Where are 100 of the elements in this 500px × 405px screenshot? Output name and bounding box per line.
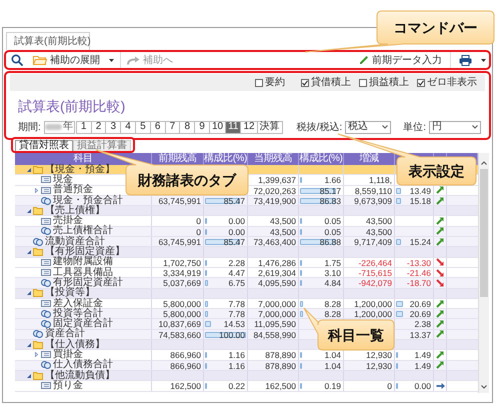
expander-icon[interactable]: [35, 352, 38, 358]
ledger-icon: [41, 258, 51, 266]
callout-text: コマンドバー: [394, 20, 478, 36]
table-cell: -715,615: [344, 268, 395, 278]
unit-select[interactable]: 円: [429, 120, 481, 134]
checkbox[interactable]: 貸借積上: [301, 75, 351, 90]
table-cell-text: -21.46: [406, 268, 432, 278]
table-cell-text: 0.00: [227, 216, 246, 226]
table-cell: -226,464: [344, 258, 395, 267]
scroll-thumb[interactable]: [480, 169, 488, 297]
period-button[interactable]: 9: [194, 120, 210, 134]
table-cell: 1,200,000: [344, 309, 395, 318]
expander-icon[interactable]: [27, 342, 31, 347]
expander-icon[interactable]: [27, 168, 31, 172]
table-cell-text: 14.53: [222, 319, 246, 330]
period-button[interactable]: 決算: [256, 120, 283, 134]
period-button[interactable]: 5: [134, 120, 151, 134]
table-cell: 1,476,286: [248, 258, 299, 267]
scroll-up-icon[interactable]: [481, 161, 487, 165]
pencil-icon: [359, 55, 369, 65]
table-cell-text: 4.47: [227, 268, 246, 278]
period-button[interactable]: 3: [105, 120, 122, 134]
table-cell: 43,500: [344, 216, 395, 226]
dropdown-caret-icon[interactable]: [481, 58, 486, 62]
table-cell: 162,500: [248, 381, 299, 391]
table-cell-text: 85.17: [318, 186, 342, 196]
callout-text: 表示設定: [408, 163, 464, 179]
period-button[interactable]: 8: [179, 120, 196, 134]
sum-icon: [41, 361, 51, 370]
table-cell: 0: [152, 226, 204, 236]
checkmark-icon: [418, 80, 424, 86]
period-button[interactable]: 6: [150, 120, 166, 134]
table-cell: 74,583,660: [152, 330, 204, 340]
tax-select[interactable]: 税込: [345, 120, 392, 134]
expander-icon[interactable]: [27, 291, 31, 296]
search-icon[interactable]: [11, 54, 23, 66]
table-cell: 162,500: [152, 381, 204, 391]
period-button[interactable]: 4: [120, 120, 136, 134]
printer-icon[interactable]: [459, 54, 472, 66]
table-cell-text: 1.16: [227, 360, 246, 371]
expander-icon[interactable]: [27, 250, 31, 254]
table-cell: 8,559,110: [344, 186, 395, 195]
document-tab[interactable]: 試算表(前期比較): [6, 32, 90, 50]
expander-icon[interactable]: [35, 188, 38, 193]
period-button[interactable]: 12: [240, 120, 258, 134]
checkbox[interactable]: ゼロ非表示: [417, 75, 477, 90]
sum-icon: [41, 196, 51, 205]
statement-tab[interactable]: 損益計算書: [73, 140, 131, 151]
table-row[interactable]: 仕入債務合計 866,960 1.16 878,890 1.04 12,930 1.49: [15, 360, 478, 371]
table-cell-text: 100.00: [218, 330, 246, 340]
table-cell: 1,200,000: [344, 298, 395, 308]
callout-text: 財務諸表のタブ: [138, 172, 236, 188]
table-cell: 73,419,900: [248, 196, 299, 206]
statement-tab[interactable]: 貸借対照表: [15, 140, 73, 151]
table-cell-text: 2.38: [413, 319, 432, 330]
table-row[interactable]: 預り金 162,500 0.22 162,500 0.19 0 0.00: [15, 381, 478, 392]
expander-icon[interactable]: [27, 208, 31, 213]
report-title: 試算表(前期比較): [17, 97, 126, 115]
table-cell-text: 7.78: [227, 298, 246, 309]
checkbox[interactable]: 損益積上: [359, 75, 409, 90]
table-cell: 43,500: [248, 216, 299, 226]
account-name: 資産合計: [45, 329, 85, 340]
account-name: 工具器具備品: [53, 268, 113, 278]
group-name: 【現金・預金】: [45, 164, 115, 175]
year-field[interactable]: 年: [44, 120, 75, 134]
period-button[interactable]: 11: [225, 120, 242, 134]
table-cell-text: 2.28: [227, 258, 246, 268]
blurred-text: [44, 124, 62, 130]
table-cell-text: 15.18: [408, 196, 432, 206]
table-cell-text: 15.24: [408, 237, 432, 248]
group-name: 【売上債権】: [45, 206, 105, 216]
table-cell-text: 1.66: [323, 175, 342, 186]
table-cell-text: 1.49: [413, 350, 432, 360]
expand-button[interactable]: 補助の展開: [33, 52, 100, 68]
account-name: 普通預金: [53, 185, 93, 196]
sum-icon: [41, 278, 51, 287]
table-row[interactable]: 【投資等】: [15, 288, 478, 299]
table-cell-text: 8.28: [323, 309, 342, 320]
ledger-icon: [41, 186, 51, 194]
table-cell-text: 13.49: [408, 186, 432, 196]
table-cell: 5,800,000: [152, 298, 204, 308]
table-cell-text: 20.69: [408, 309, 432, 320]
table-cell-text: 8.28: [323, 298, 342, 309]
table-cell-text: 3.10: [323, 268, 342, 278]
scroll-down-icon[interactable]: [481, 385, 487, 389]
scrollbar[interactable]: [478, 153, 489, 393]
table-cell: 1,118,: [344, 175, 395, 185]
dropdown-caret-icon[interactable]: [109, 58, 114, 62]
table-cell: 43,500: [248, 226, 299, 236]
table-cell: 10,837,669: [152, 319, 204, 329]
table-cell-text: -13.30: [406, 258, 432, 268]
prior-data-button[interactable]: 前期データ入力: [359, 52, 442, 68]
forward-arrow-icon: [127, 56, 140, 64]
table-row[interactable]: 【他流動負債】: [15, 370, 478, 382]
period-label: 期間:: [18, 120, 41, 134]
checkbox[interactable]: 要約: [255, 75, 285, 90]
table-cell-text: 86.83: [318, 196, 342, 206]
table-row[interactable]: 建物附属設備 1,702,750 2.28 1,476,286 1.75 -226,464 -13.30: [15, 258, 478, 268]
period-button[interactable]: 1: [76, 120, 92, 134]
expander-icon[interactable]: [27, 374, 31, 378]
